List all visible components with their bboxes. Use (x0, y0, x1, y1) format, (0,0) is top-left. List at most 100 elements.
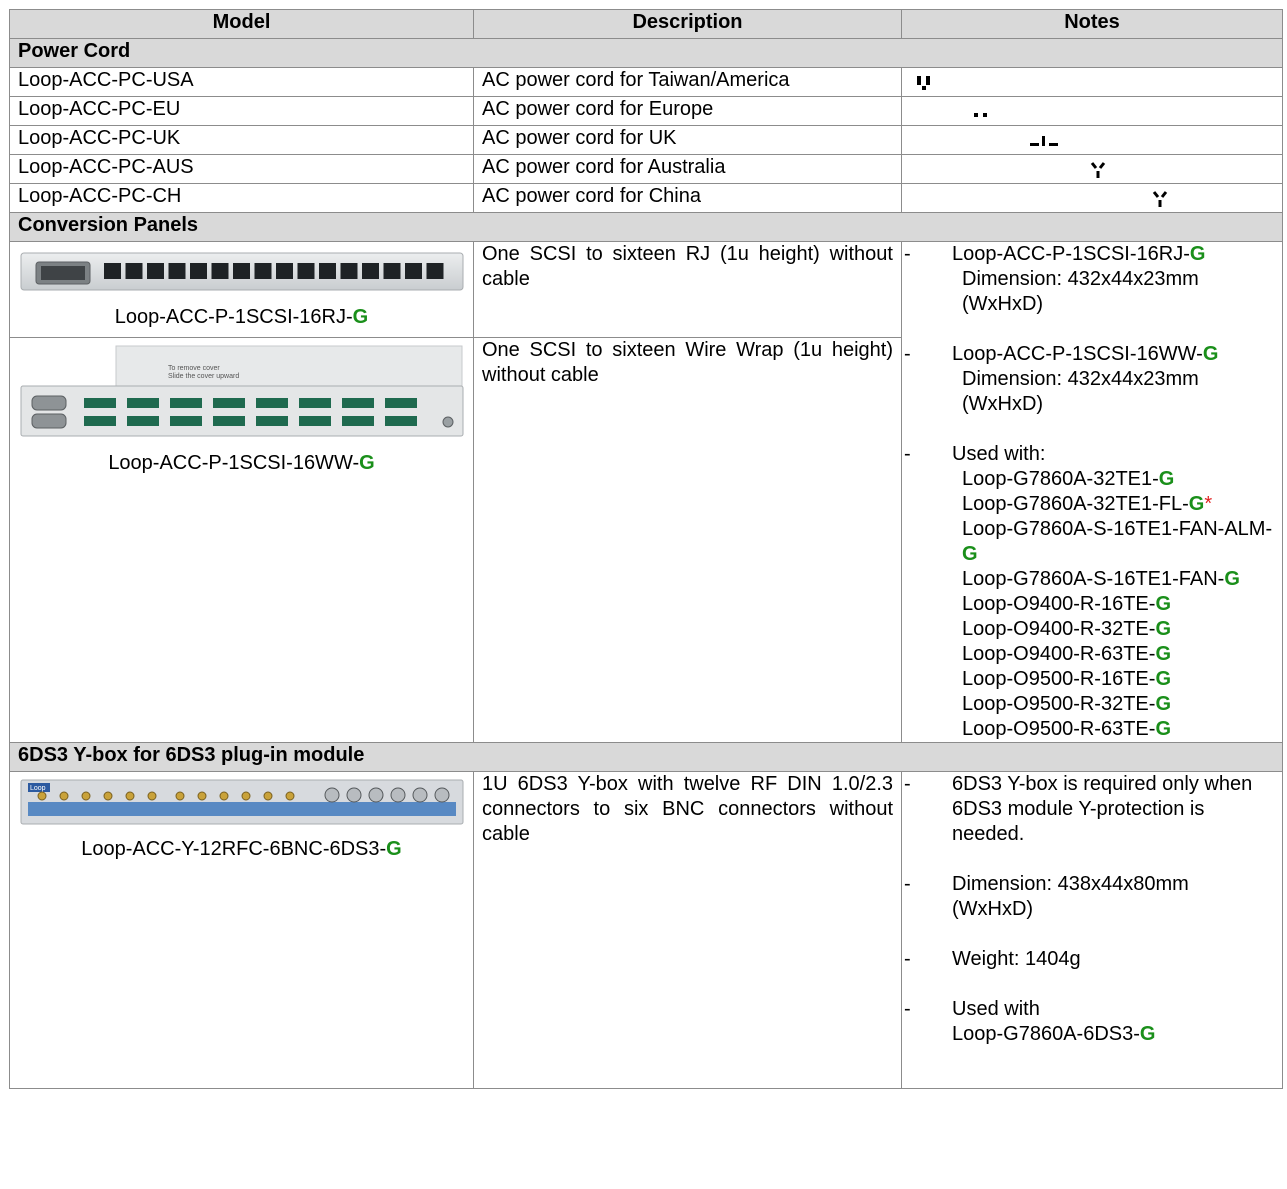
eu-plug-icon (972, 103, 992, 119)
table-row: Loop-ACC-PC-CH AC power cord for China (9, 183, 1283, 213)
compatible-model: Loop-G7860A-32TE1-FL-G* (962, 493, 1213, 515)
wire-wrap-block (255, 416, 288, 426)
note-item: - Weight: 1404g (904, 948, 1081, 970)
model-name: Loop-ACC-P-1SCSI-16WW- (108, 452, 360, 474)
wire-wrap-block (169, 416, 202, 426)
aus-plug-icon (1088, 161, 1108, 179)
model-cell: Loop-ACC-PC-CH (9, 183, 474, 213)
rj-port (404, 263, 422, 279)
wire-wrap-block (83, 398, 116, 408)
description-cell: One SCSI to sixteen Wire Wrap (1u height… (473, 337, 902, 743)
bnc-connector (390, 787, 405, 803)
notes-cell (901, 67, 1283, 97)
notes-cell (901, 96, 1283, 126)
g-suffix: G (352, 306, 369, 328)
bnc-connector (368, 787, 383, 803)
model-cell: Loop-ACC-PC-UK (9, 125, 474, 155)
compatible-model: Loop-O9400-R-32TE-G (962, 618, 1171, 640)
note-item: - Used with: Loop-G7860A-32TE1-G Loop-G78… (904, 443, 1274, 742)
china-plug-icon (1150, 190, 1170, 208)
g-suffix: G (386, 838, 402, 860)
bnc-connector (434, 787, 449, 803)
rj-port (340, 263, 357, 279)
cover-text: To remove cover (168, 365, 220, 372)
bnc-connector (324, 787, 339, 803)
rj-port (361, 263, 379, 279)
rj-port (146, 263, 164, 279)
rf-din-connector (103, 791, 112, 801)
bnc-connector (412, 787, 427, 803)
wire-wrap-block (212, 398, 245, 408)
rj-port (318, 263, 336, 279)
description-cell: AC power cord for China (473, 183, 902, 213)
table-row: Loop-ACC-PC-UK AC power cord for UK (9, 125, 1283, 155)
wire-wrap-block (341, 398, 374, 408)
rf-din-connector (285, 791, 294, 801)
table-row: Loop-ACC-PC-AUS AC power cord for Austra… (9, 154, 1283, 184)
note-item: - Used with Loop-G7860A-6DS3-G (904, 998, 1156, 1045)
rf-din-connector (263, 791, 272, 801)
wire-wrap-block (126, 416, 159, 426)
rj-port (383, 263, 400, 279)
model-cell: Loop-ACC-P-1SCSI-16RJ-G (9, 241, 474, 338)
rf-din-connector (241, 791, 250, 801)
ww-panel-image: To remove cover Slide the cover upward (20, 345, 463, 437)
rj-port (232, 263, 250, 279)
rf-din-connector (147, 791, 156, 801)
table-row: Loop Loop-ACC-Y-12RFC-6BNC-6DS3-G 1U 6DS… (9, 771, 1283, 1089)
wire-wrap-block (255, 398, 288, 408)
rj-panel-image (20, 252, 463, 291)
section-ybox: 6DS3 Y-box for 6DS3 plug-in module (9, 742, 1283, 772)
note-item: - Dimension: 438x44x80mm (WxHxD) (904, 873, 1189, 920)
notes-cell (901, 154, 1283, 184)
rj-port (168, 263, 185, 279)
accessory-table: Model Description Notes Power Cord Loop-… (9, 9, 1283, 1089)
table-row: Loop-ACC-PC-USA AC power cord for Taiwan… (9, 67, 1283, 97)
notes-cell: - 6DS3 Y-box is required only when 6DS3 … (901, 771, 1283, 1089)
wire-wrap-block (83, 416, 116, 426)
compatible-models-list: Loop-G7860A-32TE1-G Loop-G7860A-32TE1-FL-… (952, 467, 1274, 742)
notes-cell (901, 183, 1283, 213)
rj-port (189, 263, 207, 279)
rf-din-connector (197, 791, 206, 801)
description-cell: AC power cord for UK (473, 125, 902, 155)
us-plug-icon (914, 74, 934, 91)
model-cell: Loop-ACC-PC-USA (9, 67, 474, 97)
compatible-model: Loop-G7860A-32TE1-G (962, 468, 1175, 490)
wire-wrap-block (384, 398, 417, 408)
model-cell: Loop Loop-ACC-Y-12RFC-6BNC-6DS3-G (9, 771, 474, 1089)
header-description: Description (473, 9, 902, 39)
rj-port (275, 263, 293, 279)
section-conversion-panels: Conversion Panels (9, 212, 1283, 242)
wire-wrap-block (212, 416, 245, 426)
rj-port (426, 263, 443, 279)
table-row: Loop-ACC-PC-EU AC power cord for Europe (9, 96, 1283, 126)
rj-port (211, 263, 228, 279)
uk-plug-icon (1030, 132, 1060, 148)
compatible-model: Loop-O9500-R-63TE-G (962, 718, 1171, 740)
bnc-connector (346, 787, 361, 803)
description-cell: AC power cord for Taiwan/America (473, 67, 902, 97)
section-power-cord: Power Cord (9, 38, 1283, 68)
compatible-model: Loop-O9500-R-16TE-G (962, 668, 1171, 690)
header-row: Model Description Notes (9, 9, 1283, 39)
rf-din-connector (59, 791, 68, 801)
note-item: - Loop-ACC-P-1SCSI-16WW-G Dimension: 432… (904, 343, 1219, 415)
g-suffix: G (359, 452, 375, 474)
notes-cell (901, 125, 1283, 155)
rj-port (297, 263, 314, 279)
logo-text: Loop (30, 785, 46, 792)
rj-port (125, 263, 142, 279)
compatible-model: Loop-O9500-R-32TE-G (962, 693, 1171, 715)
compatible-model: Loop-G7860A-S-16TE1-FAN-G (962, 568, 1240, 590)
model-name: Loop-ACC-P-1SCSI-16RJ- (114, 306, 353, 328)
rf-din-connector (37, 791, 46, 801)
wire-wrap-block (298, 416, 331, 426)
header-model: Model (9, 9, 474, 39)
cover-text: Slide the cover upward (168, 373, 239, 380)
ybox-image: Loop (20, 779, 463, 825)
wire-wrap-block (169, 398, 202, 408)
rf-din-connector (81, 791, 90, 801)
description-cell: 1U 6DS3 Y-box with twelve RF DIN 1.0/2.3… (473, 771, 902, 1089)
model-cell: Loop-ACC-PC-EU (9, 96, 474, 126)
